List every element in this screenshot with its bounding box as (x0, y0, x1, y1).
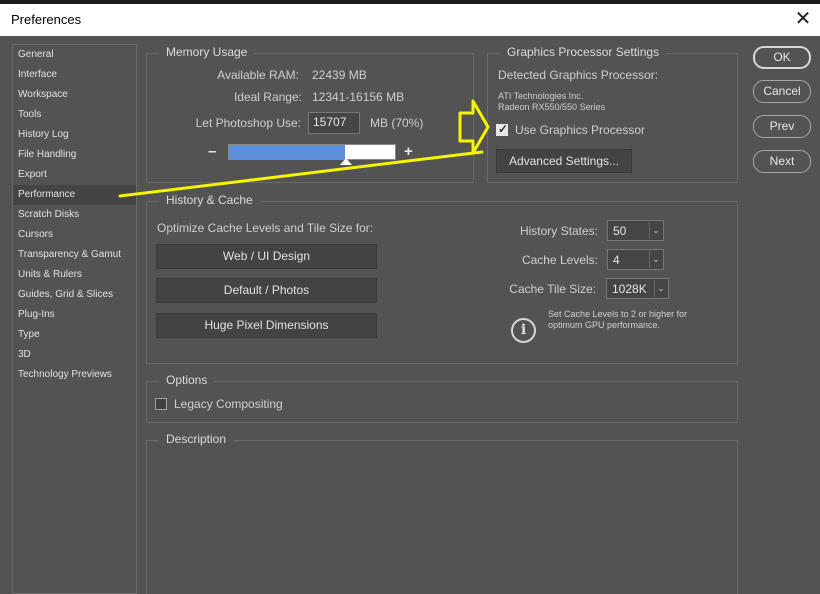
sidebar-item-performance[interactable]: Performance (13, 185, 136, 205)
sidebar-item-type[interactable]: Type (13, 325, 136, 345)
sidebar-item-interface[interactable]: Interface (13, 65, 136, 85)
sidebar-item-plug-ins[interactable]: Plug-Ins (13, 305, 136, 325)
web-ui-design-button[interactable]: Web / UI Design (156, 244, 377, 269)
graphics-processor-legend: Graphics Processor Settings (500, 45, 667, 59)
ideal-range-value: 12341-16156 MB (312, 90, 405, 104)
chevron-down-icon: ⌄ (654, 280, 667, 297)
history-states-label: History States: (519, 224, 598, 238)
cache-levels-value: 4 (613, 253, 620, 267)
sidebar-item-guides-grid-slices[interactable]: Guides, Grid & Slices (13, 285, 136, 305)
available-ram-value: 22439 MB (312, 68, 367, 82)
sidebar-item-general[interactable]: General (13, 45, 136, 65)
sidebar-item-tools[interactable]: Tools (13, 105, 136, 125)
cancel-button[interactable]: Cancel (753, 80, 811, 103)
huge-pixel-dimensions-button[interactable]: Huge Pixel Dimensions (156, 313, 377, 338)
sidebar-item-scratch-disks[interactable]: Scratch Disks (13, 205, 136, 225)
gpu-vendor: ATI Technologies Inc. (498, 91, 584, 101)
use-gpu-label: Use Graphics Processor (515, 123, 646, 137)
next-button[interactable]: Next (753, 150, 811, 173)
sidebar-item-cursors[interactable]: Cursors (13, 225, 136, 245)
sidebar-item-units-rulers[interactable]: Units & Rulers (13, 265, 136, 285)
history-states-value: 50 (613, 224, 627, 238)
sidebar-item-file-handling[interactable]: File Handling (13, 145, 136, 165)
chevron-down-icon: ⌄ (649, 251, 662, 268)
cache-note-line-2: optimum GPU performance. (548, 320, 661, 330)
title-bar: Preferences ✕ (0, 0, 820, 36)
cache-tile-size-value: 1028K (612, 282, 647, 296)
gpu-model: Radeon RX550/550 Series (498, 102, 606, 112)
preferences-sidebar: General Interface Workspace Tools History Lo… (12, 44, 137, 594)
decrease-memory-button[interactable]: – (208, 143, 216, 160)
history-cache-legend: History & Cache (159, 193, 260, 207)
legacy-compositing-checkbox[interactable] (155, 398, 167, 410)
memory-usage-legend: Memory Usage (159, 45, 255, 59)
window-title: Preferences (11, 12, 82, 27)
detected-gpu-label: Detected Graphics Processor: (498, 68, 659, 82)
close-icon[interactable]: ✕ (786, 4, 820, 36)
sidebar-item-3d[interactable]: 3D (13, 345, 136, 365)
memory-unit-label: MB (70%) (370, 116, 424, 130)
sidebar-item-export[interactable]: Export (13, 165, 136, 185)
let-photoshop-use-label: Let Photoshop Use: (195, 116, 301, 130)
cache-note-line-1: Set Cache Levels to 2 or higher for (548, 309, 688, 319)
chevron-down-icon: ⌄ (649, 222, 662, 239)
description-legend: Description (159, 432, 234, 446)
description-group: Description (146, 432, 738, 594)
cache-levels-label: Cache Levels: (521, 253, 598, 267)
memory-slider-thumb[interactable] (339, 158, 352, 165)
use-gpu-checkbox[interactable] (496, 122, 508, 136)
memory-slider-fill (229, 145, 346, 159)
prev-button[interactable]: Prev (753, 115, 811, 138)
advanced-settings-button[interactable]: Advanced Settings... (496, 149, 632, 173)
default-photos-button[interactable]: Default / Photos (156, 278, 377, 303)
info-icon: i (511, 318, 536, 343)
sidebar-item-history-log[interactable]: History Log (13, 125, 136, 145)
sidebar-item-technology-previews[interactable]: Technology Previews (13, 365, 136, 385)
available-ram-label: Available RAM: (217, 68, 299, 82)
options-legend: Options (159, 373, 215, 387)
increase-memory-button[interactable]: + (404, 143, 413, 160)
cache-tile-size-select[interactable]: 1028K ⌄ (606, 278, 669, 299)
sidebar-item-workspace[interactable]: Workspace (13, 85, 136, 105)
memory-slider[interactable] (228, 144, 396, 160)
optimize-cache-label: Optimize Cache Levels and Tile Size for: (157, 221, 374, 235)
memory-usage-input[interactable]: 15707 (308, 112, 360, 134)
sidebar-item-transparency-gamut[interactable]: Transparency & Gamut (13, 245, 136, 265)
cache-levels-select[interactable]: 4 ⌄ (607, 249, 664, 270)
legacy-compositing-label: Legacy Compositing (174, 397, 283, 411)
ok-button[interactable]: OK (753, 46, 811, 69)
cache-tile-size-label: Cache Tile Size: (509, 282, 596, 296)
ideal-range-label: Ideal Range: (233, 90, 302, 104)
history-states-select[interactable]: 50 ⌄ (607, 220, 664, 241)
